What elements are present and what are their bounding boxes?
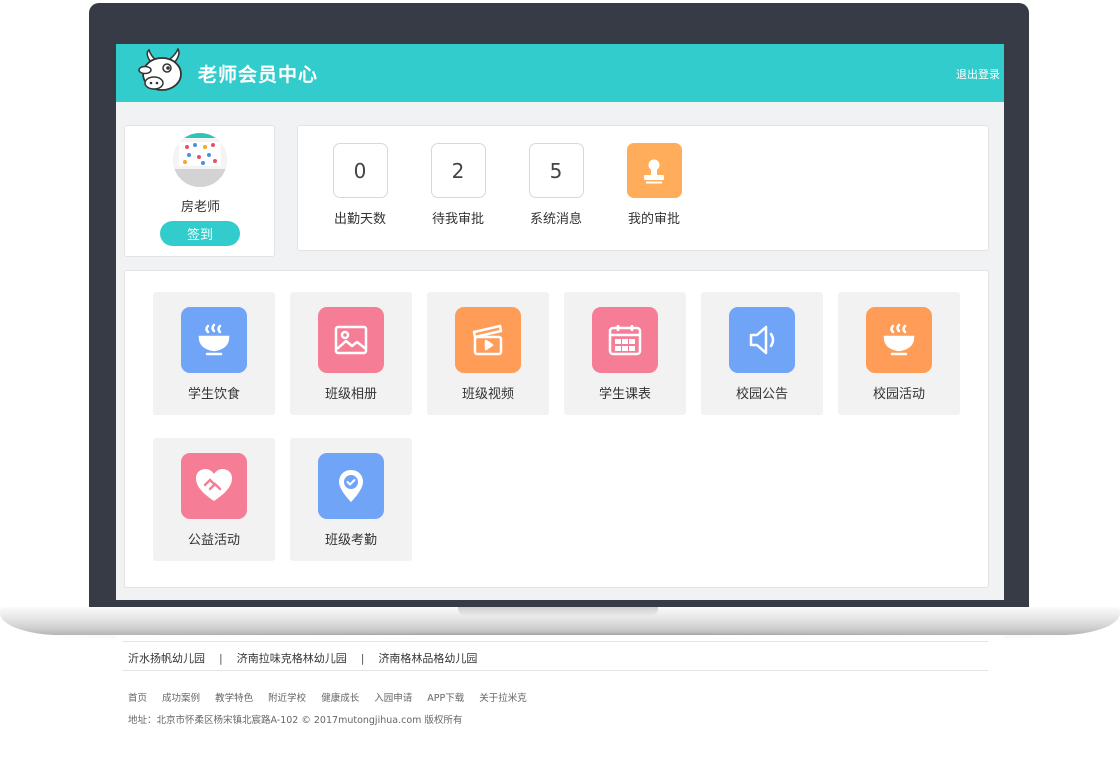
module-label: 班级考勤 [324, 533, 377, 548]
site-footer: 沂水扬帆幼儿园 | 济南拉味克格林幼儿园 | 济南格林品格幼儿园 首页 成功案例 教学特… [116, 635, 1004, 747]
stat-value: 5 [528, 143, 584, 198]
footer-nav-apply[interactable]: 入园申请 [374, 693, 412, 704]
picture-icon [318, 307, 384, 373]
module-student-diet[interactable]: 学生饮食 [153, 292, 275, 415]
module-label: 校园公告 [735, 387, 788, 402]
app-header: 老师会员中心 退出登录 [116, 44, 1004, 102]
video-icon [455, 307, 521, 373]
stamp-icon [626, 143, 682, 198]
stat-label: 我的审批 [627, 212, 680, 227]
stat-my-approval[interactable]: 我的审批 [614, 143, 694, 227]
footer-divider [122, 641, 988, 642]
stat-system-messages[interactable]: 5 系统消息 [516, 143, 596, 227]
module-class-schedule[interactable]: 学生课表 [564, 292, 686, 415]
footer-nav-app[interactable]: APP下载 [427, 693, 464, 704]
laptop-mockup: 老师会员中心 退出登录 房老师 签到 0 出勤天数 2 待我审批 5 系统消息 … [0, 0, 1120, 767]
module-label: 公益活动 [187, 533, 240, 548]
footer-nav-about[interactable]: 关于拉米克 [479, 693, 527, 704]
stat-value: 2 [430, 143, 486, 198]
footer-nav-growth[interactable]: 健康成长 [321, 693, 359, 704]
module-label: 学生课表 [598, 387, 651, 402]
module-campus-notice[interactable]: 校园公告 [701, 292, 823, 415]
stat-value: 0 [332, 143, 388, 198]
module-campus-activity[interactable]: 校园活动 [838, 292, 960, 415]
module-charity-activity[interactable]: 公益活动 [153, 438, 275, 561]
stat-pending-approval[interactable]: 2 待我审批 [418, 143, 498, 227]
bowl-icon [866, 307, 932, 373]
module-grid: 学生饮食 班级相册 班级视频 学生课表 校园公告 校园活动 公益活动 班级考勤 [124, 270, 989, 588]
footer-nav: 首页 成功案例 教学特色 附近学校 健康成长 入园申请 APP下载 关于拉米克 [128, 690, 539, 704]
module-label: 校园活动 [872, 387, 925, 402]
kindergarten-link[interactable]: 济南拉味克格林幼儿园 [237, 652, 347, 665]
logout-link[interactable]: 退出登录 [956, 66, 1000, 82]
stat-label: 出勤天数 [333, 212, 386, 227]
module-class-attendance[interactable]: 班级考勤 [290, 438, 412, 561]
kindergarten-link[interactable]: 沂水扬帆幼儿园 [128, 652, 205, 665]
cow-logo-icon [138, 48, 182, 91]
footer-address: 地址：北京市怀柔区杨宋镇北宸路A-102 © 2017mutongjihua.c… [128, 715, 463, 726]
laptop-notch [458, 607, 658, 616]
stat-label: 待我审批 [431, 212, 484, 227]
stats-card: 0 出勤天数 2 待我审批 5 系统消息 我的审批 [297, 125, 989, 251]
footer-nav-home[interactable]: 首页 [128, 693, 147, 704]
avatar[interactable] [173, 133, 227, 187]
teacher-name: 房老师 [180, 200, 220, 215]
footer-divider [122, 670, 988, 671]
footer-nav-nearby[interactable]: 附近学校 [268, 693, 306, 704]
module-class-album[interactable]: 班级相册 [290, 292, 412, 415]
avatar-image-icon [173, 133, 227, 187]
profile-card: 房老师 签到 [124, 125, 275, 257]
location-check-icon [318, 453, 384, 519]
checkin-button[interactable]: 签到 [160, 221, 240, 246]
footer-nav-cases[interactable]: 成功案例 [162, 693, 200, 704]
separator: | [219, 652, 223, 665]
footer-nav-features[interactable]: 教学特色 [215, 693, 253, 704]
kindergarten-link[interactable]: 济南格林品格幼儿园 [378, 652, 477, 665]
speaker-icon [729, 307, 795, 373]
kindergarten-links: 沂水扬帆幼儿园 | 济南拉味克格林幼儿园 | 济南格林品格幼儿园 [128, 650, 477, 666]
module-label: 班级视频 [461, 387, 514, 402]
bowl-icon [181, 307, 247, 373]
separator: | [360, 652, 365, 665]
module-class-video[interactable]: 班级视频 [427, 292, 549, 415]
heart-hands-icon [181, 453, 247, 519]
stat-attendance-days[interactable]: 0 出勤天数 [320, 143, 400, 227]
calendar-icon [592, 307, 658, 373]
app-title: 老师会员中心 [198, 64, 319, 86]
laptop-base [0, 607, 1120, 635]
module-label: 班级相册 [324, 387, 377, 402]
app-screen: 老师会员中心 退出登录 房老师 签到 0 出勤天数 2 待我审批 5 系统消息 … [116, 44, 1004, 600]
module-label: 学生饮食 [187, 387, 240, 402]
stat-label: 系统消息 [529, 212, 582, 227]
